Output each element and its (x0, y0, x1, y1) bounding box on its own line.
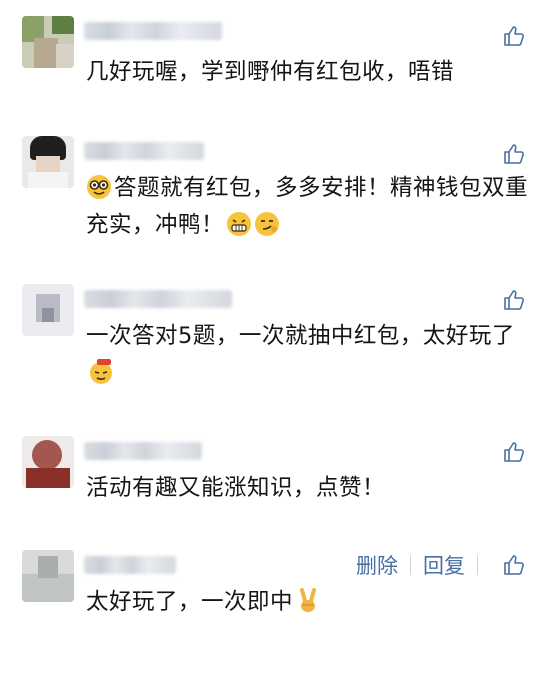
comment-text: 几好玩喔，学到嘢仲有红包收，唔错 (86, 59, 455, 85)
avatar[interactable] (22, 436, 74, 488)
comment-text: 太好玩了，一次即中 (86, 584, 528, 621)
avatar[interactable] (22, 136, 74, 188)
divider (410, 555, 411, 575)
comment-actions: 删除 回复 (356, 550, 490, 580)
delete-button[interactable]: 删除 (356, 550, 398, 580)
username-blurred (84, 556, 176, 574)
username-blurred (84, 142, 204, 160)
divider (477, 555, 478, 575)
like-icon[interactable] (502, 142, 526, 166)
username-blurred (84, 290, 232, 308)
victory-hand-emoji-icon (300, 588, 317, 612)
avatar[interactable] (22, 16, 74, 68)
666-face-emoji-icon (90, 359, 112, 384)
like-icon[interactable] (502, 553, 526, 577)
like-icon[interactable] (502, 440, 526, 464)
like-icon[interactable] (502, 24, 526, 48)
grimace-face-emoji-icon (227, 212, 252, 236)
avatar[interactable] (22, 550, 74, 602)
comment-text: 活动有趣又能涨知识，点赞！ (86, 475, 386, 501)
comment-text: 一次答对5题，一次就抽中红包，太好玩了 (86, 318, 528, 392)
avatar[interactable] (22, 284, 74, 336)
reply-button[interactable]: 回复 (423, 550, 465, 580)
smirk-face-emoji-icon (255, 212, 280, 236)
like-icon[interactable] (502, 288, 526, 312)
nerd-face-emoji-icon (87, 175, 111, 199)
comment-text: 答题就有红包，多多安排！精神钱包双重充实，冲鸭！ (86, 175, 529, 238)
username-blurred (84, 22, 222, 40)
username-blurred (84, 442, 202, 460)
